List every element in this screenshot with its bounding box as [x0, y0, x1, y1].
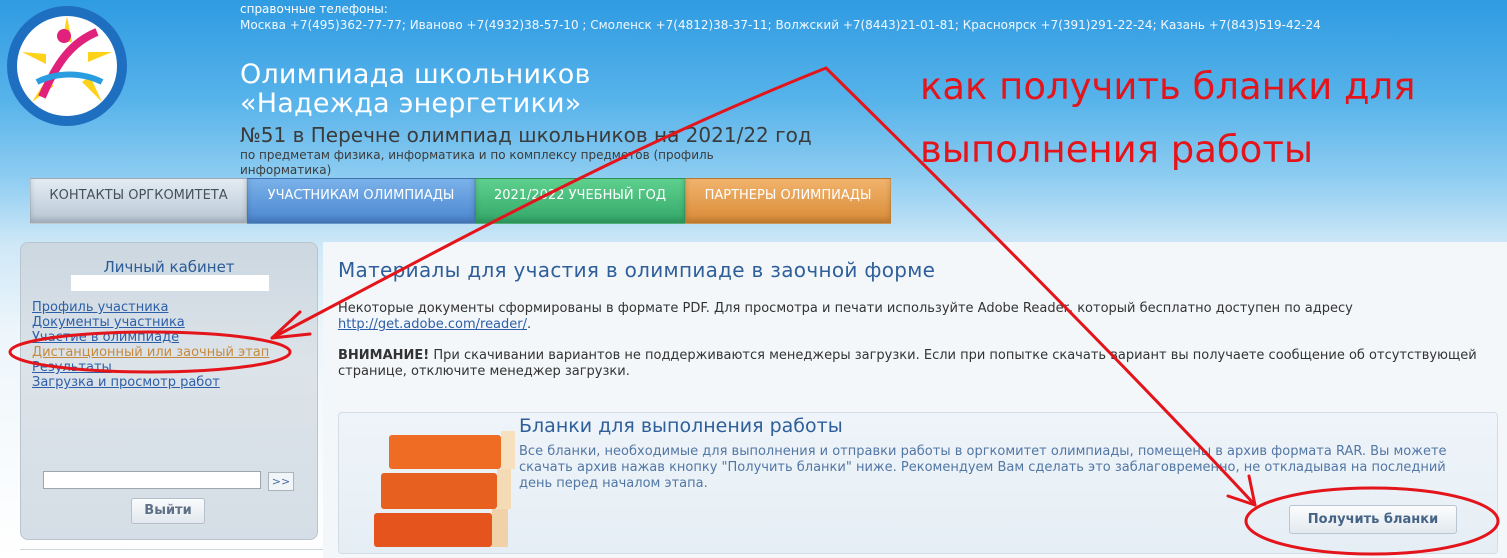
site-title-line1: Олимпиада школьников — [240, 59, 591, 90]
main-menu: КОНТАКТЫ ОРГКОМИТЕТА УЧАСТНИКАМ ОЛИМПИАД… — [30, 178, 891, 224]
phones-label: справочные телефоны: — [240, 2, 388, 16]
get-forms-button[interactable]: Получить бланки — [1289, 505, 1457, 534]
books-icon — [374, 431, 515, 547]
page-title: Материалы для участия в олимпиаде в заоч… — [338, 258, 936, 282]
sidebar-divider — [20, 549, 324, 550]
site-subtitle: №51 в Перечне олимпиад школьников на 202… — [240, 123, 812, 147]
personal-cabinet-panel: Личный кабинет Профиль участника Докумен… — [20, 242, 318, 540]
logout-button[interactable]: Выйти — [131, 498, 205, 524]
sidebar-title: Личный кабинет — [103, 258, 235, 276]
sidebar-go-button[interactable]: >> — [268, 472, 294, 491]
sidebar-search-input[interactable] — [43, 471, 261, 489]
sidebar-link-participation[interactable]: Участие в олимпиаде — [32, 330, 269, 345]
forms-card-text: Все бланки, необходимые для выполнения и… — [519, 444, 1447, 491]
warning-text: При скачивании вариантов не поддерживают… — [338, 348, 1477, 379]
sidebar-links: Профиль участника Документы участника Уч… — [32, 300, 269, 390]
sidebar-link-profile[interactable]: Профиль участника — [32, 300, 269, 315]
olympiad-logo — [7, 6, 127, 126]
site-title: Олимпиада школьников «Надежда энергетики… — [240, 60, 591, 118]
menu-tab-year[interactable]: 2021/2022 УЧЕБНЫЙ ГОД — [475, 178, 685, 224]
adobe-reader-link[interactable]: http://get.adobe.com/reader/ — [338, 317, 527, 332]
pdf-notice-text: Некоторые документы сформированы в форма… — [338, 301, 1353, 316]
main-content: Материалы для участия в олимпиаде в заоч… — [323, 242, 1507, 558]
download-warning: ВНИМАНИЕ! При скачивании вариантов не по… — [338, 348, 1488, 380]
sidebar-link-remote-stage[interactable]: Дистанционный или заочный этап — [32, 345, 269, 360]
menu-tab-contacts[interactable]: КОНТАКТЫ ОРГКОМИТЕТА — [30, 178, 247, 224]
sidebar-link-results[interactable]: Результаты — [32, 360, 269, 375]
sidebar-link-documents[interactable]: Документы участника — [32, 315, 269, 330]
user-name-field — [71, 275, 269, 291]
forms-card: Бланки для выполнения работы Все бланки,… — [338, 412, 1498, 554]
menu-tab-partners[interactable]: ПАРТНЕРЫ ОЛИМПИАДЫ — [685, 178, 891, 224]
annotation-text: как получить бланки для выполнения работ… — [920, 65, 1416, 171]
pdf-notice: Некоторые документы сформированы в форма… — [338, 301, 1488, 333]
warning-label: ВНИМАНИЕ! — [338, 348, 430, 363]
sidebar-link-upload-works[interactable]: Загрузка и просмотр работ — [32, 375, 269, 390]
menu-tab-participants[interactable]: УЧАСТНИКАМ ОЛИМПИАДЫ — [247, 178, 475, 224]
site-title-line2: «Надежда энергетики» — [240, 88, 582, 119]
forms-card-title: Бланки для выполнения работы — [519, 415, 843, 437]
site-subtitle-small: по предметам физика, информатика и по ко… — [240, 148, 714, 177]
period: . — [527, 317, 532, 332]
phones-list: Москва +7(495)362-77-77; Иваново +7(4932… — [240, 18, 1321, 32]
